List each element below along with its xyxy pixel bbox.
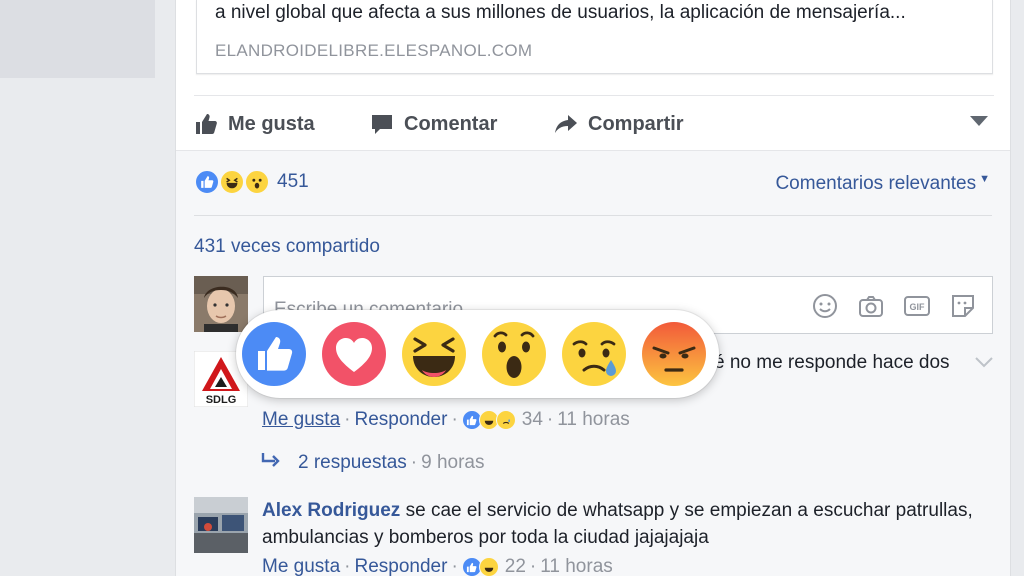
like-reaction-button[interactable] (240, 320, 308, 388)
separator: · (529, 556, 537, 576)
thumbs-up-icon (194, 112, 218, 136)
separator: · (451, 409, 458, 430)
like-icon (242, 322, 306, 386)
wow-icon (244, 169, 270, 195)
heart-icon (322, 322, 386, 386)
comment-time[interactable]: 11 horas (557, 409, 630, 431)
camera-icon[interactable] (856, 291, 886, 321)
link-description: a nivel global que afecta a sus millones… (215, 2, 906, 23)
share-count-link[interactable]: 431 veces compartido (194, 236, 380, 258)
wow-icon (482, 322, 546, 386)
comment-reaction-count[interactable]: 34 (522, 409, 543, 431)
comment-text: é no me responde hace dos (714, 352, 950, 373)
post-action-bar: Me gusta Comentar Compartir (194, 95, 994, 150)
share-button-label: Compartir (588, 112, 684, 135)
post-menu-caret[interactable] (968, 114, 990, 128)
like-button-label: Me gusta (228, 112, 315, 135)
separator: · (451, 556, 458, 576)
separator: · (344, 409, 351, 430)
comment-sort-dropdown[interactable]: Comentarios relevantes ▼ (775, 173, 990, 195)
comment-sort-label: Comentarios relevantes (775, 173, 977, 194)
replies-link[interactable]: 2 respuestas (298, 452, 407, 474)
reply-arrow-icon (260, 451, 282, 475)
like-button[interactable]: Me gusta (194, 110, 315, 138)
sad-reaction-button[interactable] (560, 320, 628, 388)
left-column-panel (0, 0, 155, 78)
comment-reaction-count[interactable]: 22 (505, 556, 526, 576)
reactions-summary[interactable]: 451 (194, 169, 309, 195)
avatar-logo-text: SDLG (206, 394, 237, 406)
sad-icon (562, 322, 626, 386)
emoji-icon[interactable] (810, 291, 840, 321)
replies-row: 2 respuestas · 9 horas (260, 451, 485, 475)
comment-body: Alex Rodriguez se cae el servicio de wha… (262, 497, 982, 551)
comment-reply-link[interactable]: Responder (354, 409, 447, 431)
share-arrow-icon (554, 112, 578, 136)
angry-reaction-button[interactable] (640, 320, 708, 388)
replies-time: 9 horas (421, 452, 485, 473)
haha-icon (478, 557, 499, 576)
separator: · (546, 409, 554, 430)
commenter-avatar[interactable] (194, 497, 248, 553)
speech-bubble-icon (370, 112, 394, 136)
comment-button-label: Comentar (404, 112, 498, 135)
sticker-icon[interactable] (948, 291, 978, 321)
haha-icon (402, 322, 466, 386)
divider (194, 215, 992, 216)
like-icon (194, 169, 220, 195)
share-button[interactable]: Compartir (554, 110, 684, 138)
haha-reaction-button[interactable] (400, 320, 468, 388)
separator: · (410, 452, 418, 473)
post-card: a nivel global que afecta a sus millones… (175, 0, 1011, 576)
sad-icon (495, 410, 516, 430)
comment-button[interactable]: Comentar (370, 110, 497, 138)
comment-author[interactable]: Alex Rodriguez (262, 500, 400, 521)
link-domain: ELANDROIDELIBRE.ELESPANOL.COM (215, 41, 533, 60)
angry-icon (642, 322, 706, 386)
reaction-picker (236, 310, 719, 398)
comment-meta: Me gusta · Responder · 22 · 11 horas (262, 556, 613, 576)
comment-like-link[interactable]: Me gusta (262, 556, 340, 576)
caret-down-icon (970, 116, 988, 126)
comment-like-link[interactable]: Me gusta (262, 409, 340, 431)
haha-icon (219, 169, 245, 195)
reaction-count: 451 (277, 171, 309, 192)
svg-text:GIF: GIF (910, 302, 926, 312)
comment-reply-link[interactable]: Responder (354, 556, 447, 576)
caret-down-icon: ▼ (979, 173, 990, 185)
separator: · (344, 556, 351, 576)
wow-reaction-button[interactable] (480, 320, 548, 388)
comment-time[interactable]: 11 horas (540, 556, 613, 576)
comment-meta: Me gusta · Responder · 34 · 11 horas (262, 409, 630, 431)
love-reaction-button[interactable] (320, 320, 388, 388)
composer-tools: GIF (810, 291, 978, 321)
chevron-down-icon[interactable] (974, 355, 994, 374)
link-preview-card[interactable]: a nivel global que afecta a sus millones… (196, 0, 993, 74)
gif-icon[interactable]: GIF (902, 291, 932, 321)
